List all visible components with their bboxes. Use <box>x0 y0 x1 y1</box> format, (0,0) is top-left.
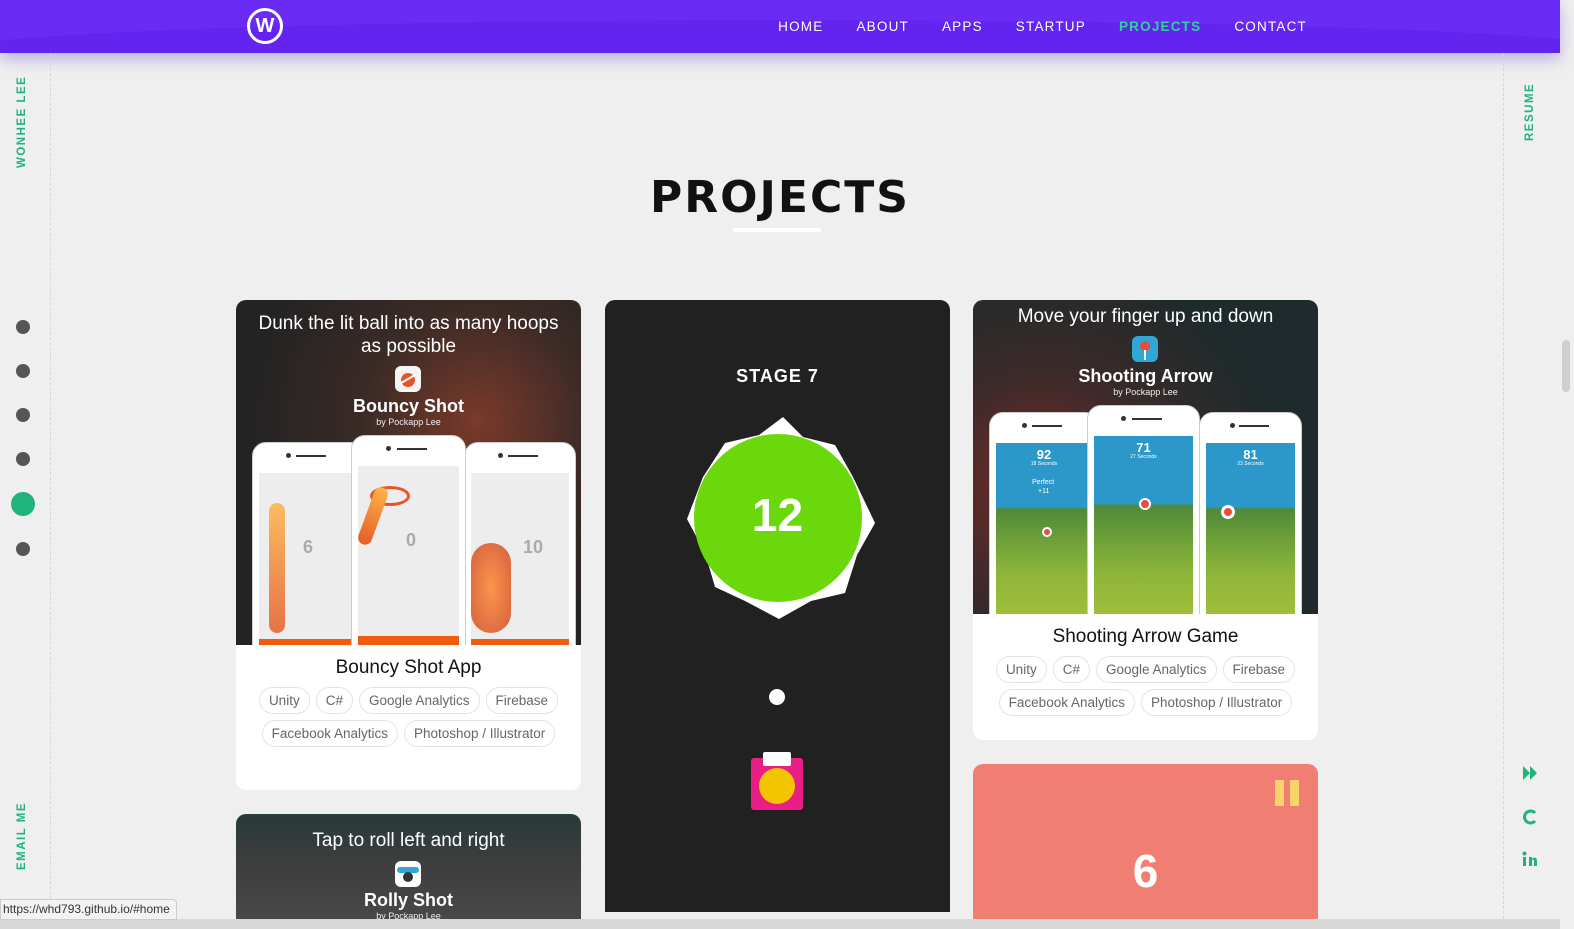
pause-icon-bar <box>1290 780 1299 806</box>
nav-apps[interactable]: APPS <box>942 19 983 34</box>
section-dot-2[interactable] <box>16 364 30 378</box>
nav-startup[interactable]: STARTUP <box>1016 19 1086 34</box>
page-title: PROJECTS <box>650 172 910 223</box>
chip: Facebook Analytics <box>998 689 1135 716</box>
bouncy-app-icon <box>395 366 421 392</box>
phone-right: 81 23 Seconds <box>1199 412 1302 614</box>
arrow-app-name: Shooting Arrow <box>1078 366 1213 386</box>
rolly-tagline: Tap to roll left and right <box>312 830 505 851</box>
chip: Facebook Analytics <box>261 720 398 747</box>
bouncy-app-by: by Pockapp Lee <box>376 417 441 427</box>
section-dot-4[interactable] <box>16 452 30 466</box>
project-card-coral-game[interactable]: 6 <box>973 764 1318 929</box>
card-title: Shooting Arrow Game <box>1052 626 1239 647</box>
nav-contact[interactable]: CONTACT <box>1234 19 1307 34</box>
project-card-stage-game[interactable]: STAGE 7 12 <box>605 300 950 912</box>
scrollbar-thumb[interactable] <box>1562 340 1570 392</box>
chip: Google Analytics <box>358 687 480 714</box>
shooting-arrow-screenshot: Move your finger up and down Shooting Ar… <box>973 300 1318 614</box>
arrow-card-body: Shooting Arrow Game Unity C# Google Anal… <box>973 614 1318 716</box>
email-me-link[interactable]: EMAIL ME <box>16 802 28 870</box>
rolly-app-icon <box>395 861 421 887</box>
bouncy-card-body: Bouncy Shot App Unity C# Google Analytic… <box>236 645 581 747</box>
linkedin-icon[interactable] <box>1521 850 1539 868</box>
bouncy-tagline: Dunk the lit ball into as many hoops as … <box>258 313 559 357</box>
chip: Unity <box>995 656 1047 683</box>
phone-center: 71 27 Seconds <box>1087 405 1200 614</box>
chip: Firebase <box>1222 656 1296 683</box>
logo-icon[interactable]: W <box>247 8 283 44</box>
chip: Photoshop / Illustrator <box>1140 689 1293 716</box>
project-card-shooting-arrow[interactable]: Move your finger up and down Shooting Ar… <box>973 300 1318 740</box>
codepen-icon[interactable] <box>1521 808 1539 826</box>
section-dot-1[interactable] <box>16 320 30 334</box>
project-card-rolly-shot[interactable]: Tap to roll left and right Rolly Shot by… <box>236 814 581 929</box>
score-left-sub: 18 Seconds <box>1030 461 1058 467</box>
main-nav: HOME ABOUT APPS STARTUP PROJECTS CONTACT <box>745 0 1307 53</box>
stage-count: 12 <box>751 489 804 541</box>
section-dot-5-active[interactable] <box>11 492 35 516</box>
resume-link[interactable]: RESUME <box>1524 83 1536 141</box>
arrow-app-icon <box>1132 336 1158 362</box>
chip: Firebase <box>485 687 559 714</box>
coral-score: 6 <box>1132 845 1159 897</box>
tech-chips: Unity C# Google Analytics Firebase Faceb… <box>250 687 567 747</box>
tech-chips: Unity C# Google Analytics Firebase Faceb… <box>987 656 1304 716</box>
score-right: 10 <box>523 537 544 557</box>
arrow-tagline: Move your finger up and down <box>1017 306 1274 327</box>
project-card-bouncy-shot[interactable]: Dunk the lit ball into as many hoops as … <box>236 300 581 790</box>
nav-projects[interactable]: PROJECTS <box>1119 19 1201 34</box>
top-navbar: W HOME ABOUT APPS STARTUP PROJECTS CONTA… <box>0 0 1560 53</box>
bottom-strip <box>0 919 1560 929</box>
pause-icon <box>1275 780 1284 806</box>
perfect-label: Perfect <box>1032 479 1055 486</box>
white-ball <box>769 689 785 705</box>
bouncy-shot-screenshot: Dunk the lit ball into as many hoops as … <box>236 300 581 645</box>
title-underline <box>733 228 821 232</box>
score-center-sub: 27 Seconds <box>1130 454 1157 460</box>
bouncy-app-name: Bouncy Shot <box>353 396 464 416</box>
section-dot-3[interactable] <box>16 408 30 422</box>
section-dot-6[interactable] <box>16 542 30 556</box>
score-left: 6 <box>303 537 314 557</box>
nav-about[interactable]: ABOUT <box>856 19 909 34</box>
phone-right: 10 <box>464 442 576 645</box>
score-center: 71 <box>1136 440 1151 455</box>
arrow-app-by: by Pockapp Lee <box>1113 387 1178 397</box>
pink-shooter <box>751 752 803 810</box>
section-dots <box>11 320 35 586</box>
medium-icon[interactable] <box>1521 764 1539 782</box>
rolly-app-name: Rolly Shot <box>364 890 453 910</box>
stage-label: STAGE 7 <box>736 366 819 386</box>
chip: Google Analytics <box>1095 656 1217 683</box>
score-left: 92 <box>1036 447 1052 462</box>
chip: Photoshop / Illustrator <box>403 720 556 747</box>
side-name-link[interactable]: WONHEE LEE <box>16 76 28 168</box>
score-center: 0 <box>406 530 417 550</box>
nav-home[interactable]: HOME <box>778 19 823 34</box>
phone-left: 92 18 Seconds Perfect +11 <box>989 412 1099 614</box>
score-right: 81 <box>1243 447 1258 462</box>
card-title: Bouncy Shot App <box>335 657 482 678</box>
bonus-label: +11 <box>1038 488 1050 495</box>
chip: C# <box>1052 656 1090 683</box>
status-url-tooltip: https://whd793.github.io/#home <box>0 899 177 920</box>
phone-center: 0 <box>351 435 466 645</box>
phone-left: 6 <box>252 442 364 645</box>
chip: C# <box>315 687 353 714</box>
chip: Unity <box>258 687 310 714</box>
score-right-sub: 23 Seconds <box>1237 461 1264 467</box>
